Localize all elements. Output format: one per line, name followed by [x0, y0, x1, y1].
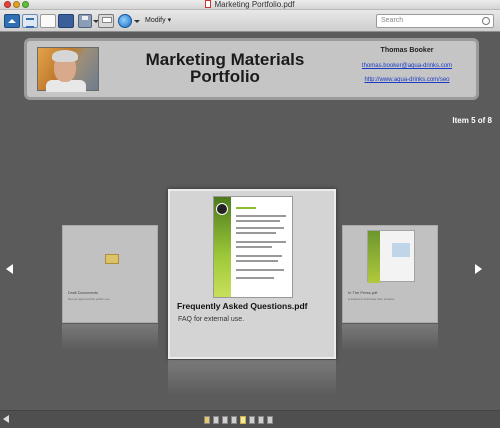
globe-menu-chevron-icon[interactable]	[134, 20, 140, 23]
email-link[interactable]: thomas.booker@aqua-drinks.com	[352, 63, 462, 69]
item-counter: Item 5 of 8	[452, 116, 492, 125]
contact-name: Thomas Booker	[380, 47, 434, 54]
modify-label: Modify	[145, 17, 166, 24]
window-titlebar: Marketing Portfolio.pdf	[0, 0, 500, 10]
previous-item-description: Not yet approved for public use	[68, 297, 110, 301]
next-item-description: A selection of articles from industry	[348, 297, 395, 301]
portfolio-header: Marketing Materials Portfolio Thomas Boo…	[24, 38, 479, 100]
save-icon[interactable]	[78, 14, 92, 28]
next-arrow-icon[interactable]	[475, 264, 482, 274]
window-title-text: Marketing Portfolio.pdf	[214, 0, 295, 9]
bottom-bar	[0, 410, 500, 428]
next-item-label: In The Press.pdf	[348, 290, 378, 295]
globe-icon[interactable]	[118, 14, 132, 28]
previous-item-reflection	[62, 324, 158, 350]
current-item-title: Frequently Asked Questions.pdf	[177, 301, 308, 311]
contact-block: Thomas Booker thomas.booker@aqua-drinks.…	[352, 47, 462, 91]
search-placeholder: Search	[381, 17, 404, 24]
page-thumb-2[interactable]	[213, 416, 219, 424]
document-view-icon[interactable]	[40, 14, 56, 28]
document-thumbnail	[213, 196, 293, 298]
modify-menu-button[interactable]: Modify ▾	[145, 16, 171, 24]
page-thumb-5[interactable]	[240, 416, 246, 424]
list-view-icon[interactable]	[22, 14, 38, 28]
carousel-item-next[interactable]: In The Press.pdf A selection of articles…	[342, 225, 438, 323]
previous-item-label: Draft Documents	[68, 290, 99, 295]
page-thumb-3[interactable]	[222, 416, 228, 424]
carousel-item-current[interactable]: Frequently Asked Questions.pdf FAQ for e…	[168, 189, 336, 359]
website-link[interactable]: http://www.aqua-drinks.com/seo	[352, 77, 462, 83]
pdf-file-icon	[205, 0, 212, 8]
document-thumbnail	[367, 230, 415, 283]
folder-icon	[105, 254, 119, 264]
profile-photo	[37, 47, 99, 92]
page-thumb-8[interactable]	[267, 416, 273, 424]
page-navigator	[204, 416, 273, 424]
current-item-reflection	[168, 360, 336, 396]
page-thumb-7[interactable]	[258, 416, 264, 424]
next-item-reflection	[342, 324, 438, 350]
cover-view-icon[interactable]	[58, 14, 74, 28]
title-line-1: Marketing Materials	[145, 50, 305, 69]
back-arrow-icon[interactable]	[3, 415, 9, 423]
search-input[interactable]: Search	[376, 14, 494, 28]
page-thumb-1[interactable]	[204, 416, 210, 424]
toolbar: Modify ▾ Search	[0, 10, 500, 32]
portfolio-title: Marketing Materials Portfolio	[145, 51, 305, 85]
page-thumb-6[interactable]	[249, 416, 255, 424]
print-icon[interactable]	[98, 14, 114, 28]
search-icon	[482, 17, 490, 25]
window-title: Marketing Portfolio.pdf	[0, 0, 500, 10]
title-line-2: Portfolio	[190, 67, 260, 86]
previous-arrow-icon[interactable]	[6, 264, 13, 274]
current-item-description: FAQ for external use.	[178, 316, 245, 323]
carousel-item-previous[interactable]: Draft Documents Not yet approved for pub…	[62, 225, 158, 323]
page-thumb-4[interactable]	[231, 416, 237, 424]
home-icon[interactable]	[4, 14, 20, 28]
